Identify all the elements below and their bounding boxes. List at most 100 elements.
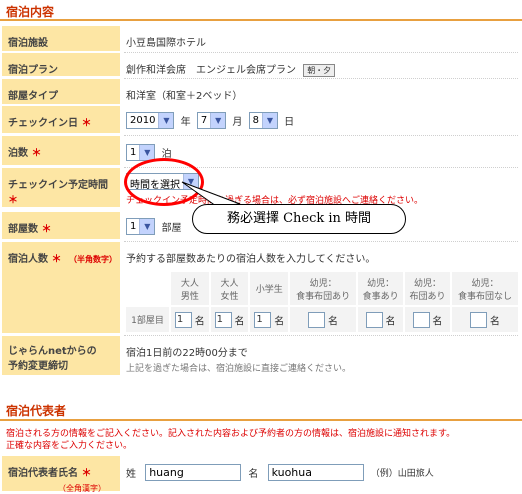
- required-mark: ＊: [41, 224, 52, 235]
- row-room-type: 部屋タイプ 和洋室（和室＋2ベッド）: [0, 79, 522, 105]
- infant-meal-futon-input[interactable]: [308, 311, 326, 328]
- room-type-value: 和洋室（和室＋2ベッド）: [126, 91, 243, 102]
- guest-table-header-row: 大人 男性 大人 女性 小学生 幼児： 食事布団あり 幼児： 食事あり 幼児： …: [126, 272, 521, 306]
- nights-label: 泊数 ＊: [2, 136, 120, 166]
- required-mark: ＊: [8, 195, 18, 206]
- section-rule: [0, 419, 522, 421]
- required-mark: ＊: [51, 254, 62, 265]
- checkin-time-label-text: チェックイン予定時間: [8, 180, 108, 191]
- col-header: 幼児： 布団あり: [404, 272, 452, 306]
- guests-label: 宿泊人数 ＊ （半角数字）: [2, 242, 120, 334]
- rep-name-label: 宿泊代表者氏名 ＊ （全角漢字）: [2, 456, 120, 493]
- chevron-down-icon: ▼: [261, 113, 277, 128]
- sei-label: 姓: [126, 469, 136, 480]
- plan-value: 創作和洋会席 エンジェル会席プラン: [126, 65, 296, 76]
- row-checkin-date: チェックイン日 ＊ 2010 ▼ 年 7 ▼ 月 8 ▼ 日: [0, 106, 522, 134]
- hotel-label: 宿泊施設: [2, 26, 120, 52]
- plan-label: 宿泊プラン: [2, 53, 120, 77]
- meal-badge-text: 朝・夕: [307, 66, 332, 75]
- chevron-down-icon: ▼: [158, 113, 174, 128]
- elementary-input[interactable]: 1: [254, 311, 272, 328]
- sei-input[interactable]: huang: [145, 464, 242, 481]
- month-unit: 月: [232, 117, 243, 128]
- rooms-select-value: 1: [130, 221, 137, 232]
- day-select-value: 8: [252, 115, 259, 126]
- rooms-select[interactable]: 1 ▼: [126, 218, 156, 235]
- month-select[interactable]: 7 ▼: [196, 112, 227, 129]
- annotation-callout: 務必選擇 Check in 時間: [192, 204, 406, 234]
- qty-unit: 名: [328, 316, 339, 327]
- guest-cell: 名: [450, 305, 521, 332]
- room-row-label: 1部屋目: [126, 305, 171, 332]
- guests-intro: 予約する部屋数あたりの宿泊人数を入力してください。: [126, 254, 376, 265]
- deadline-label: じゃらんnetからの 予約変更締切: [2, 336, 120, 376]
- checkin-date-label: チェックイン日 ＊: [2, 106, 120, 134]
- row-deadline: じゃらんnetからの 予約変更締切 宿泊1日前の22時00分まで 上記を過ぎた場…: [0, 336, 522, 376]
- qty-unit: 名: [274, 316, 285, 327]
- infant-meal-input[interactable]: [365, 311, 383, 328]
- table-row: 1部屋目 1 名 1 名 1 名 名 名 名 名: [126, 305, 521, 332]
- chevron-down-icon: ▼: [139, 145, 155, 160]
- col-header: 大人 女性: [209, 272, 251, 306]
- row-hotel: 宿泊施設 小豆島国際ホテル: [0, 26, 522, 52]
- section-rule: [0, 19, 522, 21]
- nights-label-text: 泊数: [8, 148, 28, 159]
- year-select[interactable]: 2010 ▼: [126, 112, 175, 129]
- row-rep-name: 宿泊代表者氏名 ＊ （全角漢字） 姓 huang 名 kuohua （例）山田旅…: [0, 456, 522, 493]
- col-header: 幼児： 食事布団あり: [289, 272, 359, 306]
- section-title-representative: 宿泊代表者: [6, 404, 67, 418]
- year-unit: 年: [180, 117, 191, 128]
- row-nights: 泊数 ＊ 1 ▼ 泊: [0, 136, 522, 166]
- day-select[interactable]: 8 ▼: [248, 112, 278, 129]
- infant-none-input[interactable]: [470, 311, 488, 328]
- guests-label-text: 宿泊人数: [8, 254, 48, 265]
- rooms-label-text: 部屋数: [8, 224, 38, 235]
- guests-label-note: （半角数字）: [68, 255, 117, 264]
- meal-icon: 朝・夕: [303, 64, 336, 77]
- guest-cell: 1 名: [170, 305, 211, 332]
- checkin-date-label-text: チェックイン日: [8, 118, 78, 129]
- mei-input[interactable]: kuohua: [267, 464, 364, 481]
- rep-name-subnote: （全角漢字）: [58, 484, 106, 493]
- chevron-down-icon: ▼: [210, 113, 226, 128]
- deadline-note: 上記を過ぎた場合は、宿泊施設に直接ご連絡ください。: [126, 364, 352, 374]
- adult-male-input[interactable]: 1: [174, 311, 192, 328]
- col-header: 大人 男性: [170, 272, 211, 306]
- qty-unit: 名: [234, 316, 245, 327]
- col-header: 幼児： 食事あり: [357, 272, 406, 306]
- guest-cell: 名: [357, 305, 406, 332]
- notice-line-2: 正確な内容をご入力ください。: [6, 441, 133, 451]
- section-title-stay: 宿泊内容: [6, 5, 55, 19]
- year-select-value: 2010: [130, 115, 156, 126]
- required-mark: ＊: [81, 118, 92, 129]
- deadline-value: 宿泊1日前の22時00分まで: [126, 348, 248, 359]
- day-unit: 日: [284, 117, 295, 128]
- month-select-value: 7: [200, 115, 208, 126]
- adult-female-input[interactable]: 1: [214, 311, 232, 328]
- required-mark: ＊: [81, 468, 92, 479]
- qty-unit: 名: [385, 316, 396, 327]
- chevron-down-icon: ▼: [139, 219, 155, 234]
- guest-cell: 1 名: [209, 305, 251, 332]
- row-header-spacer: [126, 272, 171, 306]
- infant-futon-input[interactable]: [412, 311, 430, 328]
- rooms-cell: 1 ▼ 部屋: [126, 218, 185, 235]
- rep-name-label-text: 宿泊代表者氏名: [8, 468, 78, 479]
- guest-cell: 1 名: [249, 305, 291, 332]
- room-type-label: 部屋タイプ: [2, 79, 120, 105]
- qty-unit: 名: [432, 316, 443, 327]
- plan-cell: 創作和洋会席 エンジェル会席プラン 朝・夕: [126, 61, 336, 77]
- qty-unit: 名: [194, 316, 205, 327]
- mei-label: 名: [248, 469, 259, 480]
- rooms-unit: 部屋: [161, 223, 182, 234]
- required-mark: ＊: [31, 148, 42, 159]
- hotel-value: 小豆島国際ホテル: [126, 38, 206, 49]
- guest-cell: 名: [289, 305, 359, 332]
- nights-select-value: 1: [130, 147, 137, 158]
- col-header: 小学生: [249, 272, 291, 306]
- qty-unit: 名: [489, 316, 500, 327]
- guest-count-table: 大人 男性 大人 女性 小学生 幼児： 食事布団あり 幼児： 食事あり 幼児： …: [126, 272, 521, 332]
- col-header: 幼児： 食事布団なし: [450, 272, 521, 306]
- rooms-label: 部屋数 ＊: [2, 212, 120, 240]
- checkin-time-label: チェックイン予定時間 ＊: [2, 168, 120, 208]
